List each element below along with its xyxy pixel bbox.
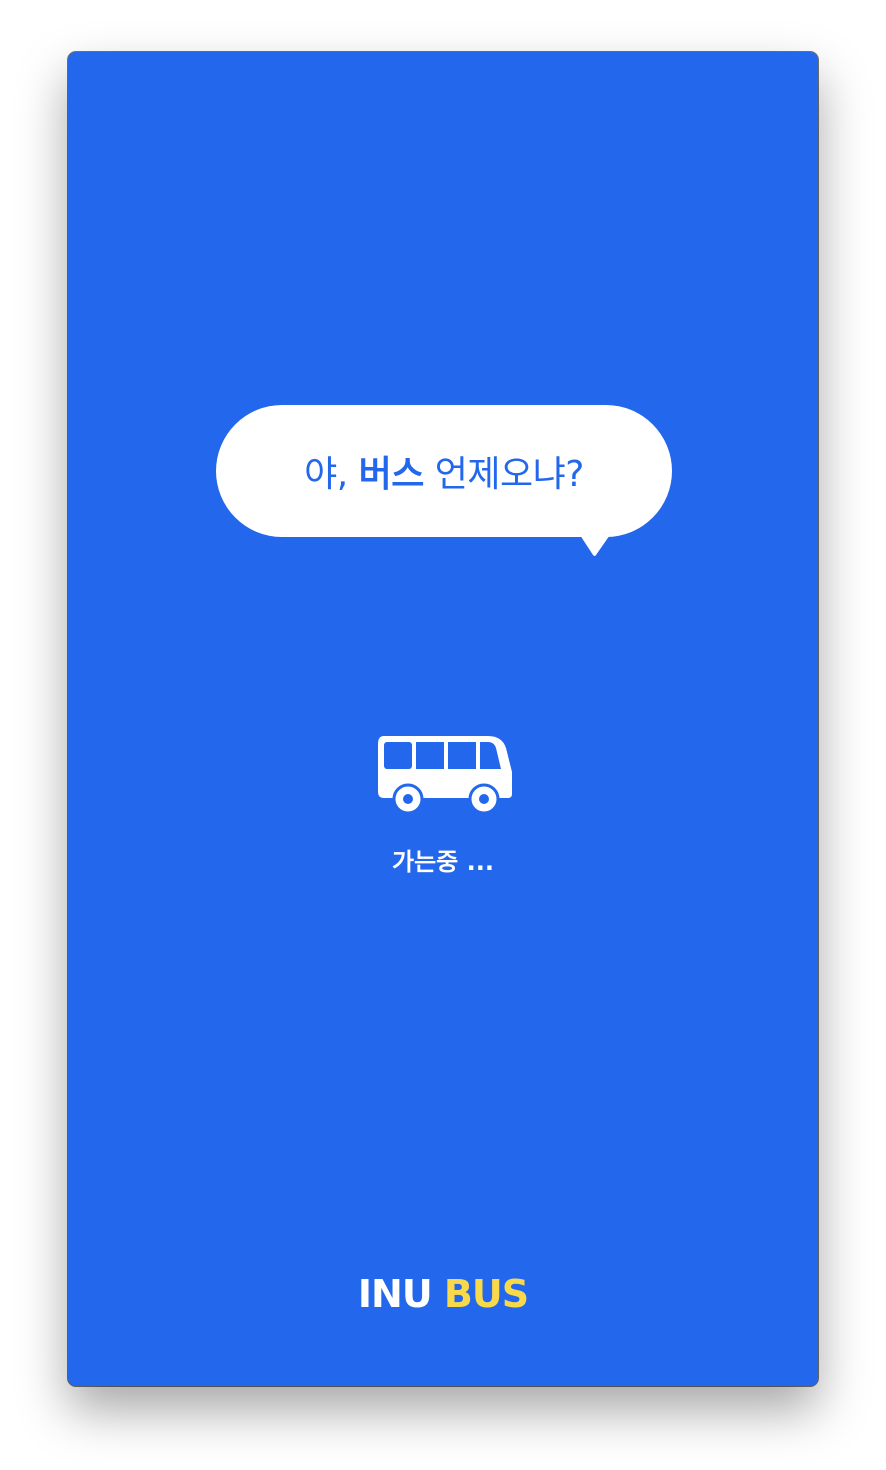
speech-bubble-text-bus: 버스 [358, 454, 425, 495]
app-logo: INU BUS [68, 1272, 818, 1316]
speech-bubble-text-part1: 야, [304, 454, 359, 495]
speech-bubble-tail [578, 532, 612, 556]
app-logo-inu: INU [357, 1272, 433, 1316]
loading-status-text: 가는중 ... [392, 848, 494, 876]
speech-bubble-text-part3: 언제오냐? [423, 454, 585, 495]
speech-bubble: 야, 버스 언제오냐? [216, 405, 672, 537]
speech-bubble-text: 야, 버스 언제오냐? [304, 445, 584, 497]
app-logo-bus: BUS [443, 1272, 529, 1316]
bus-icon [378, 736, 512, 815]
splash-screen: 야, 버스 언제오냐? 가는중 ... INU BUS [68, 52, 818, 1386]
